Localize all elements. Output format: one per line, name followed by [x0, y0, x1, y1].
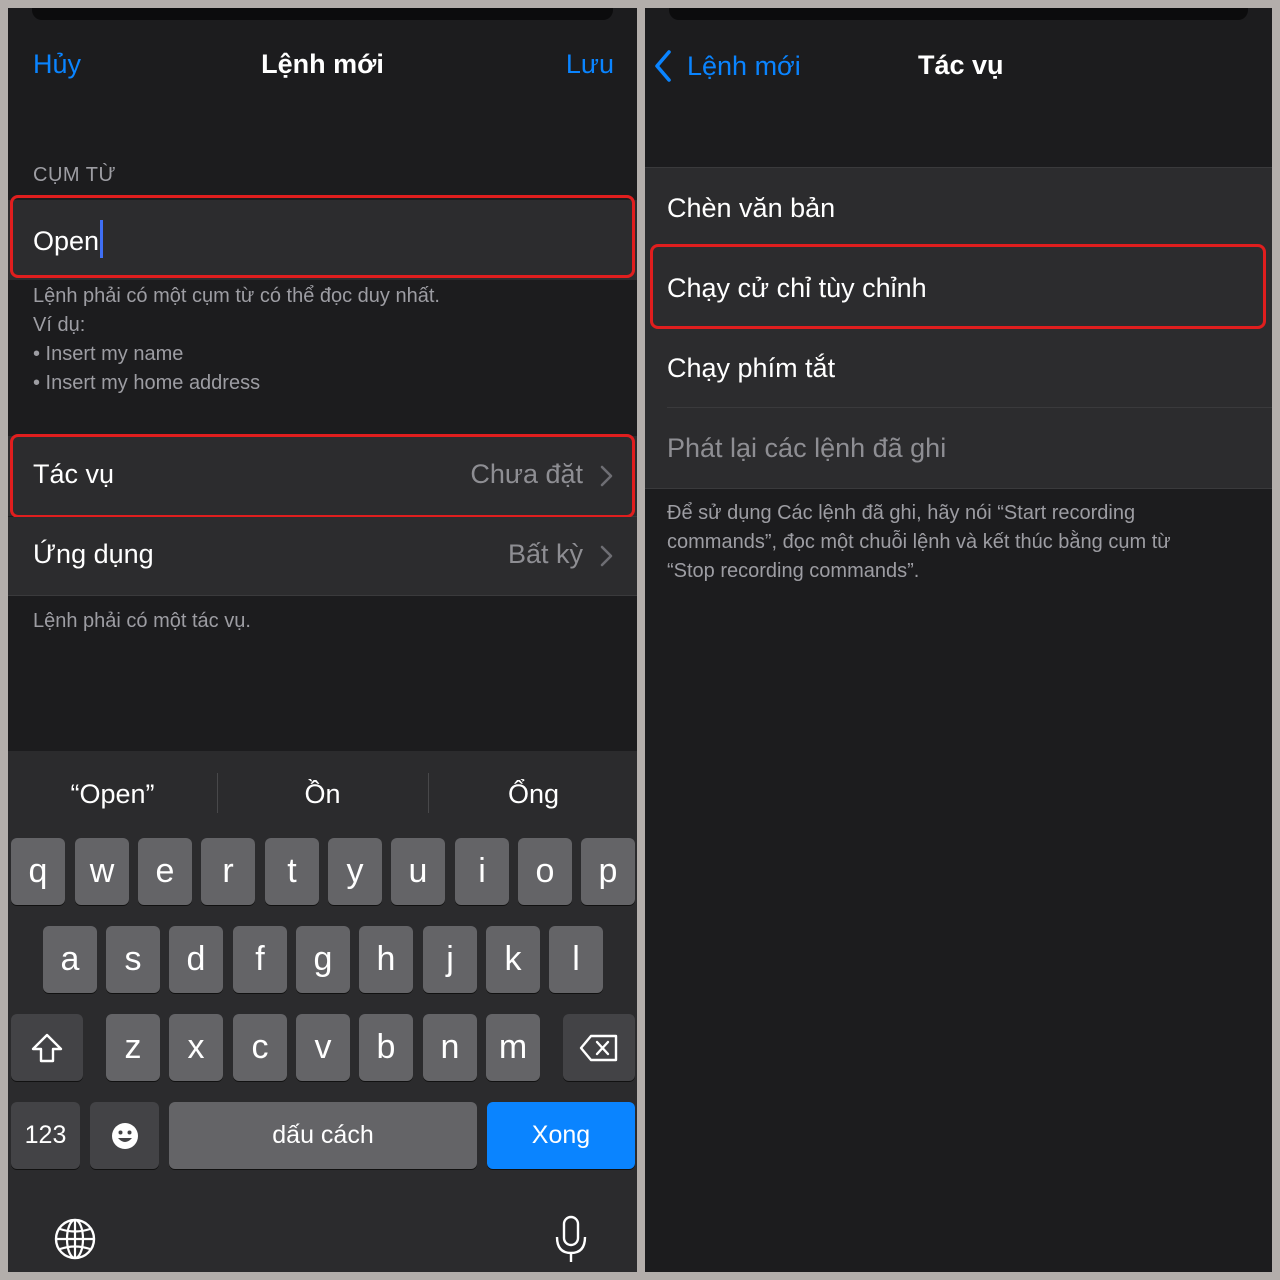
- app-row-label: Ứng dụng: [33, 539, 154, 569]
- key-g[interactable]: g: [296, 926, 350, 993]
- hint-line: “Stop recording commands”.: [667, 560, 920, 582]
- phrase-hint: Lệnh phải có một cụm từ có thể đọc duy n…: [33, 282, 440, 398]
- keyboard: “Open” Ồn Ổng q w e r t y u i o p a s d …: [8, 751, 637, 1272]
- save-button[interactable]: Lưu: [566, 49, 614, 80]
- key-r[interactable]: r: [201, 838, 255, 905]
- action-hint: Lệnh phải có một tác vụ.: [33, 610, 251, 632]
- action-item-custom-gesture[interactable]: Chạy cử chỉ tùy chỉnh: [667, 273, 927, 304]
- key-n[interactable]: n: [423, 1014, 477, 1081]
- page-title: Tác vụ: [918, 50, 1004, 80]
- backspace-key[interactable]: [563, 1014, 635, 1081]
- key-s[interactable]: s: [106, 926, 160, 993]
- key-m[interactable]: m: [486, 1014, 540, 1081]
- globe-icon[interactable]: [53, 1217, 97, 1261]
- phrase-hint-line: Ví dụ:: [33, 314, 86, 336]
- space-key[interactable]: dấu cách: [169, 1102, 477, 1169]
- key-f[interactable]: f: [233, 926, 287, 993]
- key-t[interactable]: t: [265, 838, 319, 905]
- status-strip: [669, 8, 1248, 20]
- key-o[interactable]: o: [518, 838, 572, 905]
- hint-line: commands”, đọc một chuỗi lệnh và kết thú…: [667, 531, 1171, 553]
- phrase-input[interactable]: Open: [33, 220, 104, 258]
- key-z[interactable]: z: [106, 1014, 160, 1081]
- key-l[interactable]: l: [549, 926, 603, 993]
- phrase-hint-line: • Insert my name: [33, 343, 184, 365]
- key-b[interactable]: b: [359, 1014, 413, 1081]
- key-j[interactable]: j: [423, 926, 477, 993]
- phrase-field[interactable]: Open: [8, 200, 637, 280]
- action-picker-screen: Lệnh mới Tác vụ Chèn văn bản Chạy cử chỉ…: [645, 8, 1272, 1272]
- hint-line: Để sử dụng Các lệnh đã ghi, hãy nói “Sta…: [667, 502, 1136, 524]
- suggestion-2[interactable]: Ồn: [218, 751, 427, 837]
- key-y[interactable]: y: [328, 838, 382, 905]
- action-row-label: Tác vụ: [33, 459, 115, 489]
- back-button-label: Lệnh mới: [687, 50, 801, 81]
- key-q[interactable]: q: [11, 838, 65, 905]
- recorded-commands-hint: Để sử dụng Các lệnh đã ghi, hãy nói “Sta…: [667, 499, 1171, 586]
- key-x[interactable]: x: [169, 1014, 223, 1081]
- microphone-icon[interactable]: [553, 1215, 589, 1265]
- chevron-left-icon: [655, 50, 671, 82]
- key-d[interactable]: d: [169, 926, 223, 993]
- status-strip: [32, 8, 613, 20]
- key-k[interactable]: k: [486, 926, 540, 993]
- backspace-icon: [579, 1034, 618, 1061]
- key-i[interactable]: i: [455, 838, 509, 905]
- phrase-section-header: CỤM TỪ: [33, 164, 117, 186]
- key-h[interactable]: h: [359, 926, 413, 993]
- key-a[interactable]: a: [43, 926, 97, 993]
- new-command-screen: Hủy Lệnh mới Lưu CỤM TỪ Open Lệnh phải c…: [8, 8, 637, 1272]
- action-item-run-shortcut[interactable]: Chạy phím tắt: [667, 353, 835, 384]
- suggestion-1[interactable]: “Open”: [8, 751, 217, 837]
- app-row-value: Bất kỳ: [507, 539, 583, 569]
- suggestion-3[interactable]: Ổng: [429, 751, 637, 837]
- key-u[interactable]: u: [391, 838, 445, 905]
- chevron-right-icon: [600, 545, 613, 567]
- key-w[interactable]: w: [75, 838, 129, 905]
- chevron-right-icon: [600, 465, 613, 487]
- key-p[interactable]: p: [581, 838, 635, 905]
- phrase-hint-line: • Insert my home address: [33, 372, 261, 394]
- action-row-value: Chưa đặt: [470, 459, 583, 489]
- numbers-key[interactable]: 123: [11, 1102, 80, 1169]
- emoji-key[interactable]: [90, 1102, 159, 1169]
- action-row[interactable]: Tác vụ Chưa đặt: [8, 436, 637, 516]
- key-v[interactable]: v: [296, 1014, 350, 1081]
- text-caret: [100, 220, 104, 258]
- page-title: Lệnh mới: [261, 49, 384, 79]
- phrase-input-value: Open: [33, 226, 100, 256]
- emoji-icon: [111, 1122, 138, 1149]
- back-button[interactable]: Lệnh mới: [653, 48, 801, 84]
- app-row[interactable]: Ứng dụng Bất kỳ: [8, 517, 637, 595]
- shift-icon: [31, 1033, 63, 1062]
- phrase-hint-line: Lệnh phải có một cụm từ có thể đọc duy n…: [33, 285, 440, 307]
- action-item-insert-text[interactable]: Chèn văn bản: [667, 193, 835, 224]
- shift-key[interactable]: [11, 1014, 83, 1081]
- action-item-playback-recorded: Phát lại các lệnh đã ghi: [667, 433, 947, 463]
- action-list: Chèn văn bản Chạy cử chỉ tùy chỉnh Chạy …: [645, 168, 1272, 488]
- key-c[interactable]: c: [233, 1014, 287, 1081]
- done-key[interactable]: Xong: [487, 1102, 635, 1169]
- key-e[interactable]: e: [138, 838, 192, 905]
